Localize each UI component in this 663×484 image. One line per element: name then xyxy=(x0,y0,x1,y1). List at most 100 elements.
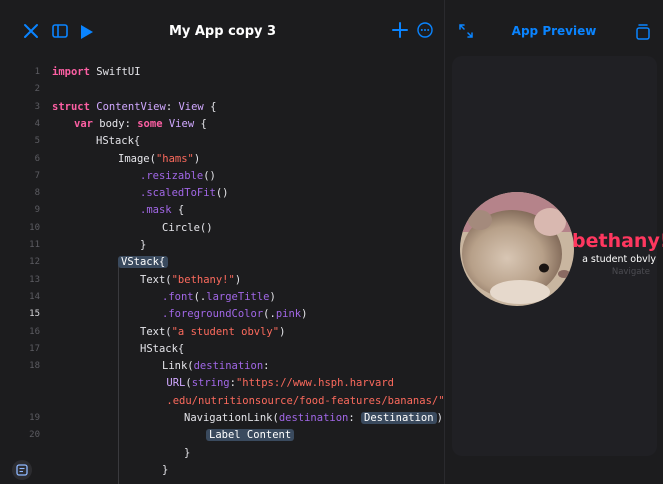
code-line[interactable]: .foregroundColor(.pink) xyxy=(162,308,307,320)
code-token: import xyxy=(52,66,90,78)
code-token: ) xyxy=(193,152,201,165)
code-token: HStack{ xyxy=(96,135,141,148)
code-line[interactable]: var body: some View { xyxy=(74,118,207,130)
code-token: : xyxy=(263,360,270,373)
code-token: .font xyxy=(162,290,194,303)
document-title[interactable]: My App copy 3 xyxy=(0,24,445,39)
code-token: "bethany!" xyxy=(171,273,235,286)
add-icon[interactable] xyxy=(391,21,409,39)
line-number: 14 xyxy=(29,291,40,302)
code-line[interactable]: Text("a student obvly") xyxy=(140,326,285,338)
code-line[interactable]: HStack{ xyxy=(96,135,140,147)
stack-icon[interactable] xyxy=(636,22,650,40)
more-icon[interactable] xyxy=(417,22,433,38)
subtitle-text: a student obvly xyxy=(582,254,656,265)
code-line[interactable]: .mask { xyxy=(140,204,184,216)
code-token: Image( xyxy=(118,152,156,165)
code-line[interactable]: .font(.largeTitle) xyxy=(162,291,276,303)
line-number: 17 xyxy=(29,343,40,354)
code-token: ) xyxy=(234,273,242,286)
code-token: () xyxy=(203,169,216,182)
code-line[interactable]: Circle() xyxy=(162,222,213,234)
code-line[interactable]: } xyxy=(184,447,190,459)
code-token: { xyxy=(171,204,185,217)
code-token: .resizable xyxy=(140,169,204,182)
code-line[interactable]: .edu/nutritionsource/food-features/banan… xyxy=(166,395,476,407)
code-area[interactable]: 1 import SwiftUI 2 3 struct ContentView: Vie… xyxy=(0,62,476,484)
line-number: 8 xyxy=(34,188,40,199)
code-token: (. xyxy=(193,290,207,303)
notes-button[interactable] xyxy=(12,460,32,480)
code-line[interactable]: import SwiftUI xyxy=(52,66,141,78)
code-token: destination xyxy=(278,412,349,424)
code-line[interactable]: HStack{ xyxy=(140,343,184,355)
navigation-link[interactable]: Navigate xyxy=(572,267,650,277)
code-token: (. xyxy=(263,308,276,321)
code-line[interactable]: struct ContentView: View { xyxy=(52,101,216,113)
code-token: VStack{ xyxy=(118,256,169,269)
code-line[interactable]: } xyxy=(140,239,146,251)
line-number: 5 xyxy=(34,136,40,147)
code-line[interactable]: VStack{ xyxy=(118,256,169,269)
code-editor-pane: My App copy 3 1 import SwiftUI 2 3 struct Co… xyxy=(0,0,476,484)
code-line[interactable]: URL(string:"https://www.hsph.harvard xyxy=(166,377,394,389)
preview-title: App Preview xyxy=(511,24,597,38)
hamster-image xyxy=(460,192,574,306)
code-line[interactable]: Link(destination: xyxy=(162,360,269,372)
code-line[interactable]: NavigationLink(destination: Destination)… xyxy=(184,412,456,424)
code-token: } xyxy=(184,446,191,459)
code-line[interactable]: } xyxy=(162,464,168,476)
line-number: 2 xyxy=(34,84,40,95)
app-preview-pane: App Preview bethany! a student obvly Nav… xyxy=(445,0,663,484)
code-token: "a student obvly" xyxy=(171,325,280,338)
indent-guide xyxy=(118,262,119,484)
code-token: HStack{ xyxy=(140,342,185,355)
code-token: ) xyxy=(269,290,276,303)
code-token: destination xyxy=(193,360,264,373)
code-token: } xyxy=(140,239,147,251)
code-token: pink xyxy=(275,308,302,321)
code-token: Text( xyxy=(140,273,172,286)
code-token: Circle() xyxy=(162,221,213,234)
code-line[interactable]: Image("hams") xyxy=(118,153,200,165)
line-number: 10 xyxy=(29,222,40,233)
code-token: : xyxy=(165,100,179,113)
line-number: 3 xyxy=(34,101,40,112)
code-token: some xyxy=(137,117,163,130)
code-token: "https://www.hsph.harvard xyxy=(235,377,394,390)
code-token: View xyxy=(168,117,195,130)
code-token: .edu/nutritionsource/food-features/banan… xyxy=(166,394,445,407)
code-placeholder[interactable]: Destination xyxy=(361,412,437,424)
line-number: 20 xyxy=(29,430,40,441)
code-token: { xyxy=(203,100,217,113)
code-line[interactable]: .scaledToFit() xyxy=(140,187,229,199)
line-number: 15 xyxy=(29,309,40,320)
preview-canvas[interactable]: bethany! a student obvly Navigate xyxy=(452,56,663,456)
editor-toolbar: My App copy 3 xyxy=(0,0,445,62)
code-token: Link( xyxy=(162,360,194,373)
code-token: : xyxy=(348,412,362,424)
code-token: "hams" xyxy=(155,152,194,165)
code-line[interactable]: Label Content xyxy=(206,429,295,442)
line-number: 18 xyxy=(29,361,40,372)
line-number: 11 xyxy=(29,240,40,250)
name-title: bethany! xyxy=(572,230,663,252)
line-number: 19 xyxy=(29,413,40,423)
line-number: 4 xyxy=(34,118,40,129)
code-token: View xyxy=(178,100,204,113)
code-token: body: xyxy=(92,117,138,130)
code-token: struct xyxy=(52,100,90,113)
code-token: URL xyxy=(166,377,186,390)
code-token: string xyxy=(191,377,230,390)
line-number: 12 xyxy=(29,257,40,268)
code-token: ContentView xyxy=(96,100,166,113)
code-token: largeTitle xyxy=(206,290,270,303)
line-number: 6 xyxy=(34,153,40,164)
code-placeholder[interactable]: Label Content xyxy=(206,429,295,442)
code-token: } xyxy=(162,463,169,476)
code-line[interactable]: .resizable() xyxy=(140,170,216,182)
line-number: 7 xyxy=(34,170,40,181)
line-number: 13 xyxy=(29,274,40,285)
code-line[interactable]: Text("bethany!") xyxy=(140,274,241,286)
code-token: Text( xyxy=(140,325,172,338)
